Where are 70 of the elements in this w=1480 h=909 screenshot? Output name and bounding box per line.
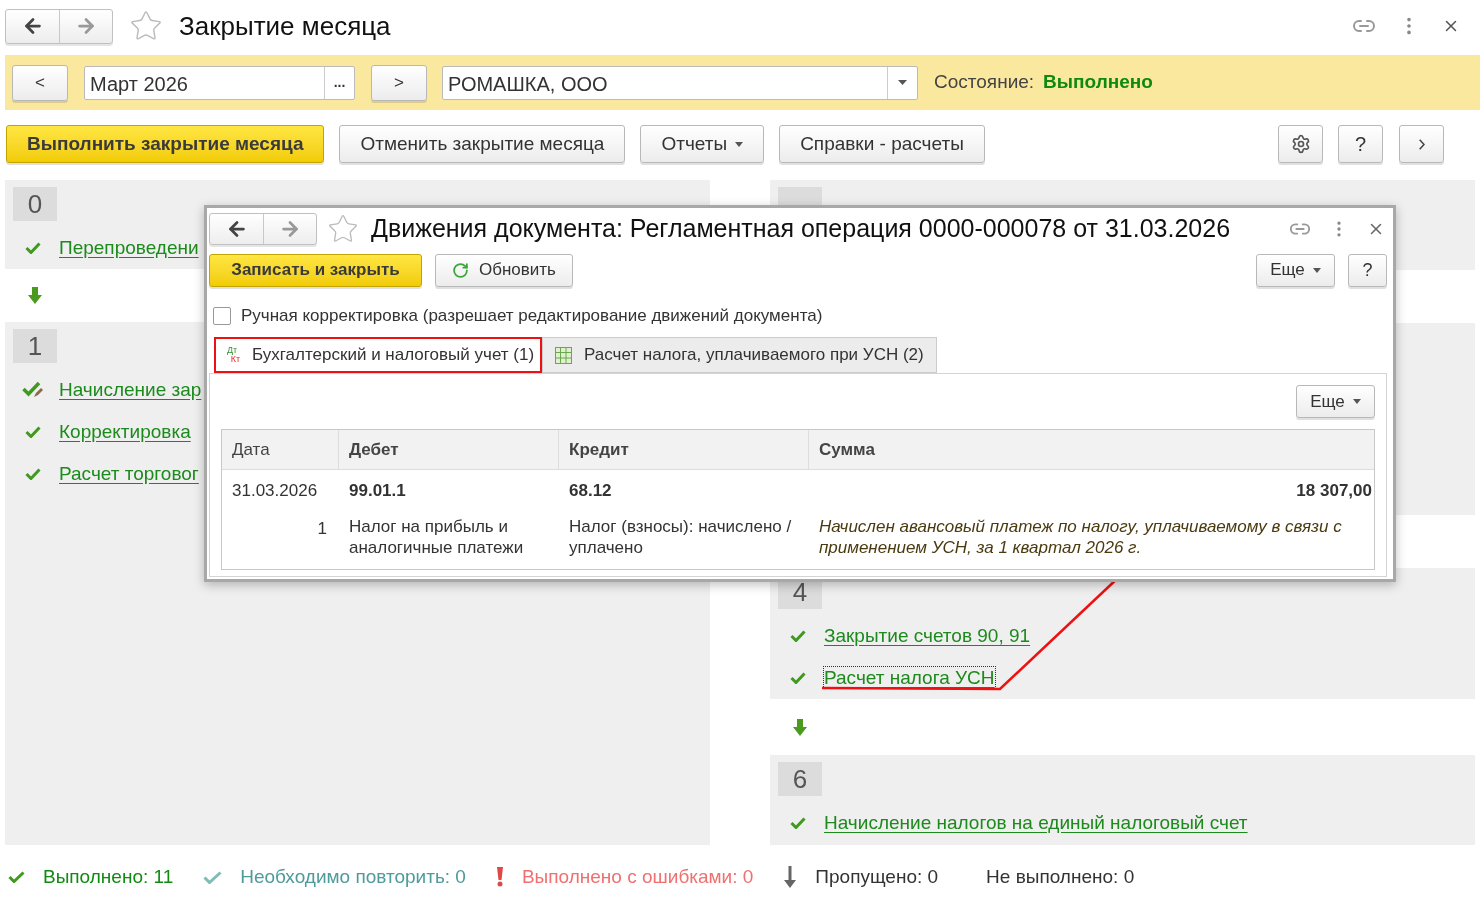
stage-number: 1 (27, 329, 43, 363)
help-button[interactable]: ? (1348, 253, 1387, 287)
stage-number: 4 (792, 575, 808, 609)
column-header: Дебет (349, 438, 399, 461)
previous-period-button[interactable]: < (12, 64, 68, 101)
stage-step-link[interactable]: Закрытие счетов 90, 91 (824, 624, 1031, 646)
table-icon (555, 346, 573, 364)
column-header: Дата (232, 438, 270, 461)
stage-number: 0 (27, 187, 43, 221)
stage-step-link[interactable]: Перепроведени (59, 236, 199, 258)
help-button[interactable]: ? (1338, 125, 1383, 163)
organization-field[interactable]: РОМАШКА, ООО (442, 65, 918, 100)
settings-button[interactable] (1278, 125, 1323, 163)
debit-credit-icon: Дт Кт (222, 346, 242, 364)
refresh-icon (452, 261, 469, 279)
more-button[interactable]: Еще (1296, 385, 1375, 418)
table-cell-text: 68.12 (569, 480, 613, 502)
checkbox-label: Ручная корректировка (разрешает редактирование движений документа) (241, 305, 823, 328)
caret-icon (1312, 267, 1321, 273)
state-label: Состояние: (934, 70, 1035, 95)
status-counter: Выполнено: 11 (43, 864, 174, 889)
settings-icon (1290, 134, 1311, 154)
column-header: Кредит (569, 438, 629, 461)
table-cell-text: 99.01.1 (349, 480, 407, 502)
state-value: Выполнено (1043, 70, 1153, 95)
period-value: Март 2026 (89, 71, 189, 97)
status-counter: Не выполнено: 0 (986, 864, 1135, 889)
down-arrow-icon (28, 287, 42, 304)
caret-icon (735, 141, 744, 147)
checkbox[interactable] (213, 307, 231, 325)
window-title: Закрытие месяца (179, 9, 391, 43)
stage-step-link[interactable]: Расчет налога УСН (824, 666, 995, 688)
table-cell-text: Налог на прибыль и аналогичные платежи (349, 516, 525, 558)
table-cell-text: 31.03.2026 (232, 480, 319, 502)
period-field[interactable]: Март 2026 ... (84, 65, 355, 100)
table-cell-text: Налог (взносы): начислено / уплачено (569, 516, 793, 558)
forward-arrow-icon (279, 218, 301, 240)
stage-step-link[interactable]: Корректировка (59, 420, 191, 442)
refresh-button[interactable]: Обновить (435, 253, 573, 287)
status-counter: Необходимо повторить: 0 (240, 864, 466, 889)
toolbar-button[interactable]: Отменить закрытие месяца (339, 125, 626, 163)
dialog-title: Движения документа: Регламентная операция 0000-000078 от 31.03.2026 (371, 213, 1231, 245)
next-button[interactable] (1399, 125, 1444, 163)
stage-step-link[interactable]: Начисление зар (59, 378, 202, 400)
stage-step-link[interactable]: Начисление налогов на единый налоговый счет (824, 811, 1248, 833)
more-button[interactable]: Еще (1256, 253, 1335, 287)
stage-number: 6 (792, 762, 808, 796)
tab[interactable]: Расчет налога, уплачиваемого при УСН (2) (542, 337, 937, 373)
forward-arrow-icon (75, 15, 97, 37)
table-cell-text: 18 307,00 (1296, 480, 1372, 502)
close-month-button[interactable]: Выполнить закрытие месяца (6, 125, 325, 163)
choose-period-button[interactable]: ... (324, 66, 354, 99)
table-cell-text: Начислен авансовый платеж по налогу, уплачиваемому в связи с применением УСН, за 1 квартал 2026 г. (819, 516, 1343, 558)
organization-value: РОМАШКА, ООО (447, 71, 609, 97)
favorite-star-icon[interactable] (327, 213, 359, 245)
caret-icon (1352, 399, 1361, 404)
chevron-right-icon (1418, 138, 1425, 150)
caret-icon (898, 80, 907, 85)
next-period-button[interactable]: > (371, 64, 427, 101)
toolbar-button[interactable]: Справки - расчеты (779, 125, 985, 163)
favorite-star-icon[interactable] (129, 9, 163, 43)
table-cell-text: 1 (317, 518, 328, 540)
column-header: Сумма (819, 438, 875, 461)
reports-button[interactable]: Отчеты (640, 125, 765, 163)
stage-step-link[interactable]: Расчет торговог (59, 462, 199, 484)
save-and-close-button[interactable]: Записать и закрыть (209, 253, 422, 287)
tab[interactable]: Дт Кт Бухгалтерский и налоговый учет (1) (214, 337, 543, 373)
status-counter: Выполнено с ошибками: 0 (521, 864, 754, 889)
down-arrow-icon (793, 718, 807, 736)
status-counter: Пропущено: 0 (815, 864, 939, 889)
